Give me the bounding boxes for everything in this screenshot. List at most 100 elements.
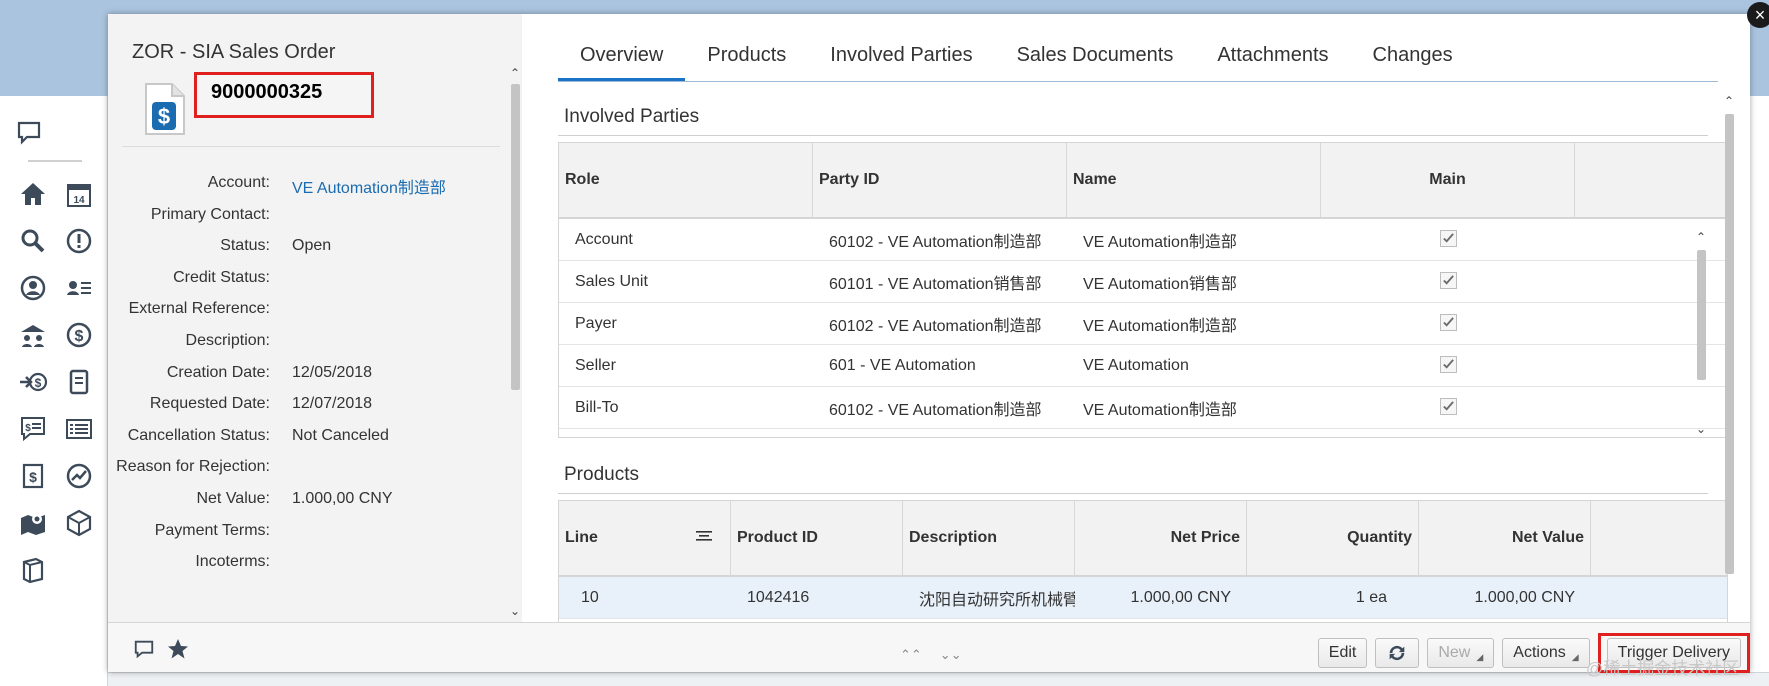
column-header-label: Quantity: [1347, 529, 1412, 546]
field-label: Description:: [185, 332, 270, 349]
scroll-down-icon[interactable]: ⌄: [510, 604, 520, 618]
parties-scrollbar[interactable]: ⌃ ⌄: [1694, 230, 1708, 440]
refresh-icon: [1390, 645, 1405, 661]
column-header-label: Description: [909, 529, 998, 546]
field-row: Reason for Rejection:: [108, 458, 508, 480]
involved-parties-table: Role Party ID Name Main Account 60102 - VE A…: [558, 142, 1728, 438]
left-scrollbar-thumb[interactable]: [511, 84, 520, 390]
incoming-payment-icon[interactable]: $: [10, 358, 56, 405]
column-header[interactable]: Net Price: [1075, 501, 1247, 575]
list-icon[interactable]: [56, 405, 102, 452]
tab-sales-documents[interactable]: Sales Documents: [995, 34, 1196, 82]
footer-toolbar: ⌃⌃ ⌄⌄ Edit New ◢ Actions ◢ Trigger Deliver…: [108, 622, 1750, 673]
parties-scroll-down-icon[interactable]: ⌄: [1696, 422, 1706, 436]
main-scroll-thumb[interactable]: [1725, 114, 1734, 574]
column-header[interactable]: Party ID: [813, 143, 1067, 217]
cell-main: [1321, 397, 1575, 418]
cell-name[interactable]: VE Automation制造部: [1067, 228, 1321, 252]
star-icon[interactable]: [166, 637, 190, 661]
cell-party-id: 601 - VE Automation: [829, 356, 976, 374]
involved-parties-header: Role Party ID Name Main: [559, 143, 1727, 219]
field-label: Primary Contact:: [150, 205, 270, 223]
column-header[interactable]: Name: [1067, 143, 1321, 217]
accounts-icon[interactable]: [10, 311, 56, 358]
new-button-label: New: [1438, 644, 1471, 661]
products-title: Products: [564, 464, 639, 485]
cell-name[interactable]: VE Automation制造部: [1067, 396, 1321, 420]
cell-main: [1321, 229, 1575, 250]
column-header-label: Net Value: [1511, 529, 1584, 546]
table-row[interactable]: Seller 601 - VE Automation VE Automation: [559, 345, 1727, 387]
section-divider: [558, 135, 1708, 136]
new-button[interactable]: New ◢: [1427, 638, 1495, 668]
main-checkbox[interactable]: [1439, 397, 1457, 415]
calendar-icon[interactable]: 14: [56, 170, 102, 217]
column-header[interactable]: Description: [903, 501, 1075, 575]
column-header[interactable]: Quantity: [1247, 501, 1419, 575]
feed-icon[interactable]: [14, 118, 44, 148]
cell-name[interactable]: VE Automation制造部: [1067, 312, 1321, 336]
sort-icon[interactable]: [694, 529, 714, 548]
main-checkbox[interactable]: [1439, 229, 1457, 247]
header-spacer: [1575, 143, 1593, 217]
collapse-up-icon[interactable]: ⌃⌃: [900, 647, 922, 663]
close-icon[interactable]: ×: [1747, 2, 1769, 28]
main-checkbox[interactable]: [1439, 313, 1457, 331]
table-row[interactable]: 10 1042416 沈阳自动研究所机械臂A 1.000,00 CNY 1 ea 1.00…: [559, 577, 1727, 619]
involved-parties-title: Involved Parties: [564, 106, 700, 127]
catalog-icon[interactable]: [10, 546, 56, 593]
tab-overview[interactable]: Overview: [558, 34, 686, 82]
tab-involved-parties[interactable]: Involved Parties: [808, 34, 994, 82]
refresh-button[interactable]: [1375, 638, 1420, 668]
document-icon[interactable]: [56, 358, 102, 405]
tab-changes[interactable]: Changes: [1351, 34, 1475, 82]
cell-product-id[interactable]: 1042416: [731, 589, 903, 607]
field-value[interactable]: VE Automation制造部: [292, 174, 446, 198]
contacts-list-icon[interactable]: [56, 264, 102, 311]
column-header[interactable]: Product ID: [731, 501, 903, 575]
alert-icon[interactable]: [56, 217, 102, 264]
map-pin-icon[interactable]: [10, 499, 56, 546]
feed-icon[interactable]: [132, 637, 156, 661]
nav-divider: [28, 160, 82, 162]
column-header[interactable]: Line: [559, 501, 731, 575]
column-header[interactable]: Role: [559, 143, 813, 217]
globe-chart-icon[interactable]: [56, 452, 102, 499]
column-header-label: Line: [565, 529, 598, 546]
parties-scroll-up-icon[interactable]: ⌃: [1696, 230, 1706, 244]
main-scroll-up-icon[interactable]: ⌃: [1724, 94, 1734, 108]
main-checkbox[interactable]: [1439, 271, 1457, 289]
actions-button[interactable]: Actions ◢: [1502, 638, 1590, 668]
cell-net-price: 1.000,00 CNY: [1130, 588, 1231, 606]
field-label: Requested Date:: [149, 395, 270, 413]
column-header-label: Product ID: [737, 529, 818, 546]
parties-scroll-thumb[interactable]: [1697, 250, 1706, 380]
cell-name[interactable]: VE Automation销售部: [1067, 270, 1321, 294]
invoice-icon[interactable]: $: [10, 452, 56, 499]
person-icon[interactable]: [10, 264, 56, 311]
main-scrollbar[interactable]: ⌃: [1722, 94, 1736, 594]
search-icon[interactable]: [10, 217, 56, 264]
cell-name[interactable]: VE Automation: [1067, 357, 1321, 375]
table-row[interactable]: Account 60102 - VE Automation制造部 VE Automa…: [559, 219, 1727, 261]
quote-icon[interactable]: $: [10, 405, 56, 452]
home-icon[interactable]: [10, 170, 56, 217]
sales-icon[interactable]: $: [56, 311, 102, 358]
expand-down-icon[interactable]: ⌄⌄: [940, 647, 962, 663]
table-row[interactable]: Sales Unit 60101 - VE Automation销售部 VE Aut…: [559, 261, 1727, 303]
table-row[interactable]: Bill-To 60102 - VE Automation制造部 VE Automa…: [559, 387, 1727, 429]
product-box-icon[interactable]: [56, 499, 102, 546]
field-row: Cancellation Status: Not Canceled: [108, 427, 508, 449]
tab-products[interactable]: Products: [685, 34, 808, 82]
field-row: Primary Contact:: [108, 206, 508, 228]
column-header[interactable]: Main: [1321, 143, 1575, 217]
tab-attachments[interactable]: Attachments: [1195, 34, 1350, 82]
edit-button[interactable]: Edit: [1317, 638, 1368, 668]
cell-party-id: 60102 - VE Automation制造部: [829, 401, 1042, 419]
main-checkbox[interactable]: [1439, 355, 1457, 373]
pane-splitter[interactable]: [522, 14, 530, 622]
field-label: Account:: [207, 174, 270, 191]
scroll-up-icon[interactable]: ⌃: [510, 66, 520, 80]
column-header[interactable]: Net Value: [1419, 501, 1591, 575]
table-row[interactable]: Payer 60102 - VE Automation制造部 VE Automati…: [559, 303, 1727, 345]
